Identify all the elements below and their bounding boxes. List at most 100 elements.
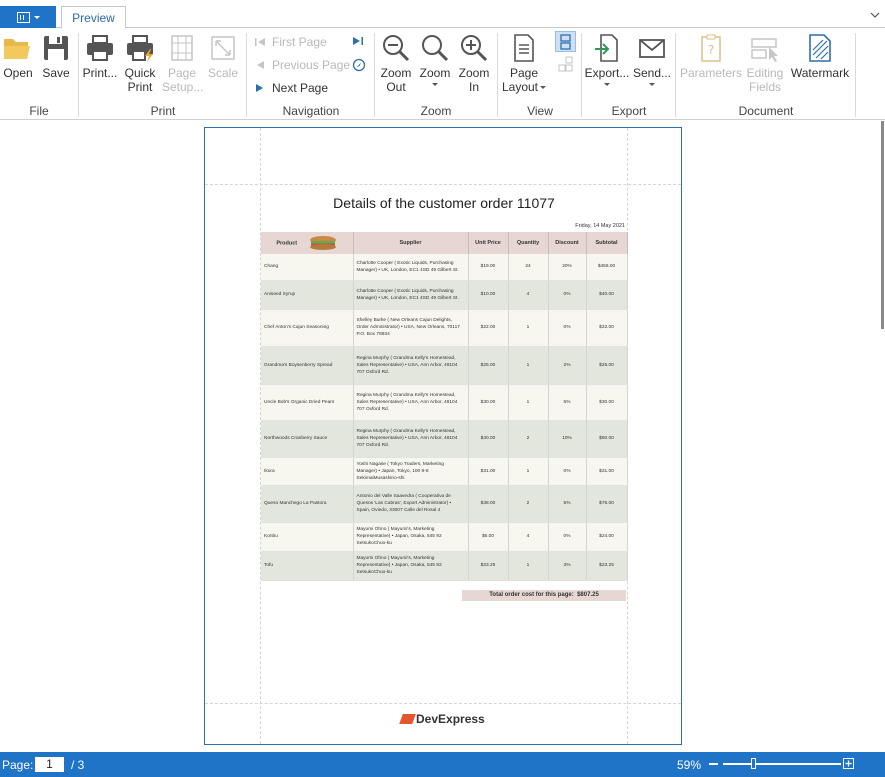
vertical-scrollbar[interactable]: [879, 121, 885, 331]
column-header: Product: [261, 232, 354, 254]
group-label-view: View: [527, 104, 553, 118]
ribbon-separator: [246, 33, 247, 117]
editing-fields-button[interactable]: Editing Fields: [743, 33, 787, 94]
editing-fields-icon: [751, 38, 778, 62]
logo-mark-icon: [399, 714, 416, 724]
zoom-out-label-2: Out: [386, 80, 406, 94]
zoom-icon: [422, 35, 449, 62]
zoom-out-button[interactable]: Zoom Out: [376, 33, 416, 94]
find-icon[interactable]: [352, 58, 366, 72]
group-label-document: Document: [738, 104, 794, 118]
app-menu-button[interactable]: [0, 6, 56, 28]
zoom-in-button[interactable]: Zoom In: [454, 33, 494, 94]
previous-page-label: Previous Page: [272, 58, 351, 72]
table-cell: $22.00: [468, 309, 509, 347]
table-cell: 2: [508, 420, 549, 458]
table-body: Chang Charlotte Cooper ( Exotic Liquids, …: [261, 254, 628, 581]
page-number-input[interactable]: 1: [35, 757, 64, 772]
first-page-icon: [255, 38, 265, 46]
quick-print-label-2: Print: [127, 80, 153, 94]
table-cell: 3%: [548, 551, 587, 581]
table-row: Chef Anton's Cajun Seasoning Shelley Burk…: [261, 309, 628, 347]
table-cell: $25.00: [468, 346, 509, 385]
table-cell: 5%: [548, 384, 587, 421]
table-cell: 1: [508, 346, 549, 385]
group-print: Print... Quick Print Page Setup... Scale…: [80, 29, 246, 120]
table-cell: Mayumi Ohno ( Mayumi's, Marketing Repres…: [353, 551, 469, 581]
scrollbar-thumb[interactable]: [881, 121, 884, 329]
table-cell: 24: [508, 254, 549, 281]
first-page-label: First Page: [272, 35, 327, 49]
tab-preview[interactable]: Preview: [61, 6, 126, 29]
watermark-label: Watermark: [790, 66, 850, 80]
previous-page-button[interactable]: Previous Page: [254, 58, 350, 72]
quick-print-button[interactable]: Quick Print: [120, 33, 160, 94]
page-total: Total order cost for this page: $807.25: [462, 590, 626, 601]
zoom-out-label-1: Zoom: [380, 66, 412, 80]
open-label: Open: [3, 66, 33, 80]
column-header: Supplier: [353, 232, 469, 254]
print-button[interactable]: Print...: [80, 33, 120, 80]
zoom-in-icon: [461, 35, 488, 62]
table-cell: Ikura: [261, 457, 354, 486]
group-file: Open Save File: [0, 29, 78, 120]
group-label-navigation: Navigation: [282, 104, 340, 118]
table-cell: 4: [508, 522, 549, 552]
next-page-label: Next Page: [272, 81, 329, 95]
scale-button[interactable]: Scale: [206, 33, 240, 80]
column-header: Subtotal: [586, 232, 628, 254]
table-cell: $25.00: [586, 346, 628, 385]
status-bar: Page: 1 / 3 59%: [0, 752, 885, 777]
first-page-button[interactable]: First Page: [254, 35, 327, 49]
ribbon-separator: [374, 33, 375, 117]
sandwich-image: [310, 236, 337, 250]
table-row: Chang Charlotte Cooper ( Exotic Liquids, …: [261, 254, 628, 281]
table-header-row: Product Supplier Unit Price Quantity Dis…: [261, 232, 628, 254]
parameters-button[interactable]: ? Parameters: [679, 33, 743, 80]
table-cell: 0%: [548, 457, 587, 486]
single-page-toggle[interactable]: [555, 31, 576, 52]
table-cell: $24.00: [586, 522, 628, 552]
next-page-button[interactable]: Next Page: [254, 81, 328, 95]
zoom-dropdown-button[interactable]: Zoom: [416, 33, 454, 86]
table-cell: 2%: [548, 346, 587, 385]
margin-line-bottom[interactable]: [205, 703, 681, 704]
zoom-slider-track[interactable]: [723, 763, 841, 765]
collapse-ribbon-icon[interactable]: [870, 10, 880, 20]
table-cell: $6.00: [468, 522, 509, 552]
table-cell: Shelley Burke ( New Orleans Cajun Deligh…: [353, 309, 469, 347]
multi-page-icon[interactable]: [557, 56, 575, 74]
zoom-out-minus-icon[interactable]: [709, 763, 718, 765]
margin-line-top[interactable]: [205, 184, 681, 185]
app-menu-icon: [16, 11, 30, 23]
send-button[interactable]: Send...: [631, 33, 673, 86]
column-header: Quantity: [508, 232, 549, 254]
page-layout-button[interactable]: Page Layout: [501, 33, 547, 94]
table-cell: Uncle Bob's Organic Dried Pears: [261, 384, 354, 421]
table-cell: 1: [508, 457, 549, 486]
scale-icon: [211, 36, 235, 60]
zoom-level: 59%: [677, 758, 702, 772]
zoom-in-plus-icon[interactable]: [843, 758, 854, 769]
table-cell: Queso Manchego La Pastora: [261, 485, 354, 523]
document-preview-area[interactable]: Details of the customer order 11077 Frida…: [0, 121, 885, 752]
open-button[interactable]: Open: [0, 33, 36, 80]
table-cell: $30.00: [586, 384, 628, 421]
chevron-down-icon: [604, 83, 610, 86]
table-row: Ikura Yoshi Nagase ( Tokyo Traders, Marke…: [261, 457, 628, 486]
report-title: Details of the customer order 11077: [261, 195, 627, 211]
table-cell: 4: [508, 280, 549, 310]
last-page-icon[interactable]: [352, 36, 364, 46]
save-disk-icon: [44, 36, 68, 60]
document-viewer-window: Preview Open Save File Print... Quick Pr…: [0, 0, 885, 777]
table-cell: $30.00: [468, 384, 509, 421]
export-label: Export...: [584, 66, 630, 80]
editing-fields-label-2: Fields: [748, 80, 781, 94]
page-setup-label-1: Page: [167, 66, 197, 80]
save-button[interactable]: Save: [40, 33, 72, 80]
ribbon: Open Save File Print... Quick Print Page…: [0, 29, 885, 120]
watermark-button[interactable]: Watermark: [787, 33, 853, 80]
export-button[interactable]: Export...: [583, 33, 631, 86]
page-setup-button[interactable]: Page Setup...: [162, 33, 203, 94]
zoom-slider-thumb[interactable]: [751, 758, 756, 769]
